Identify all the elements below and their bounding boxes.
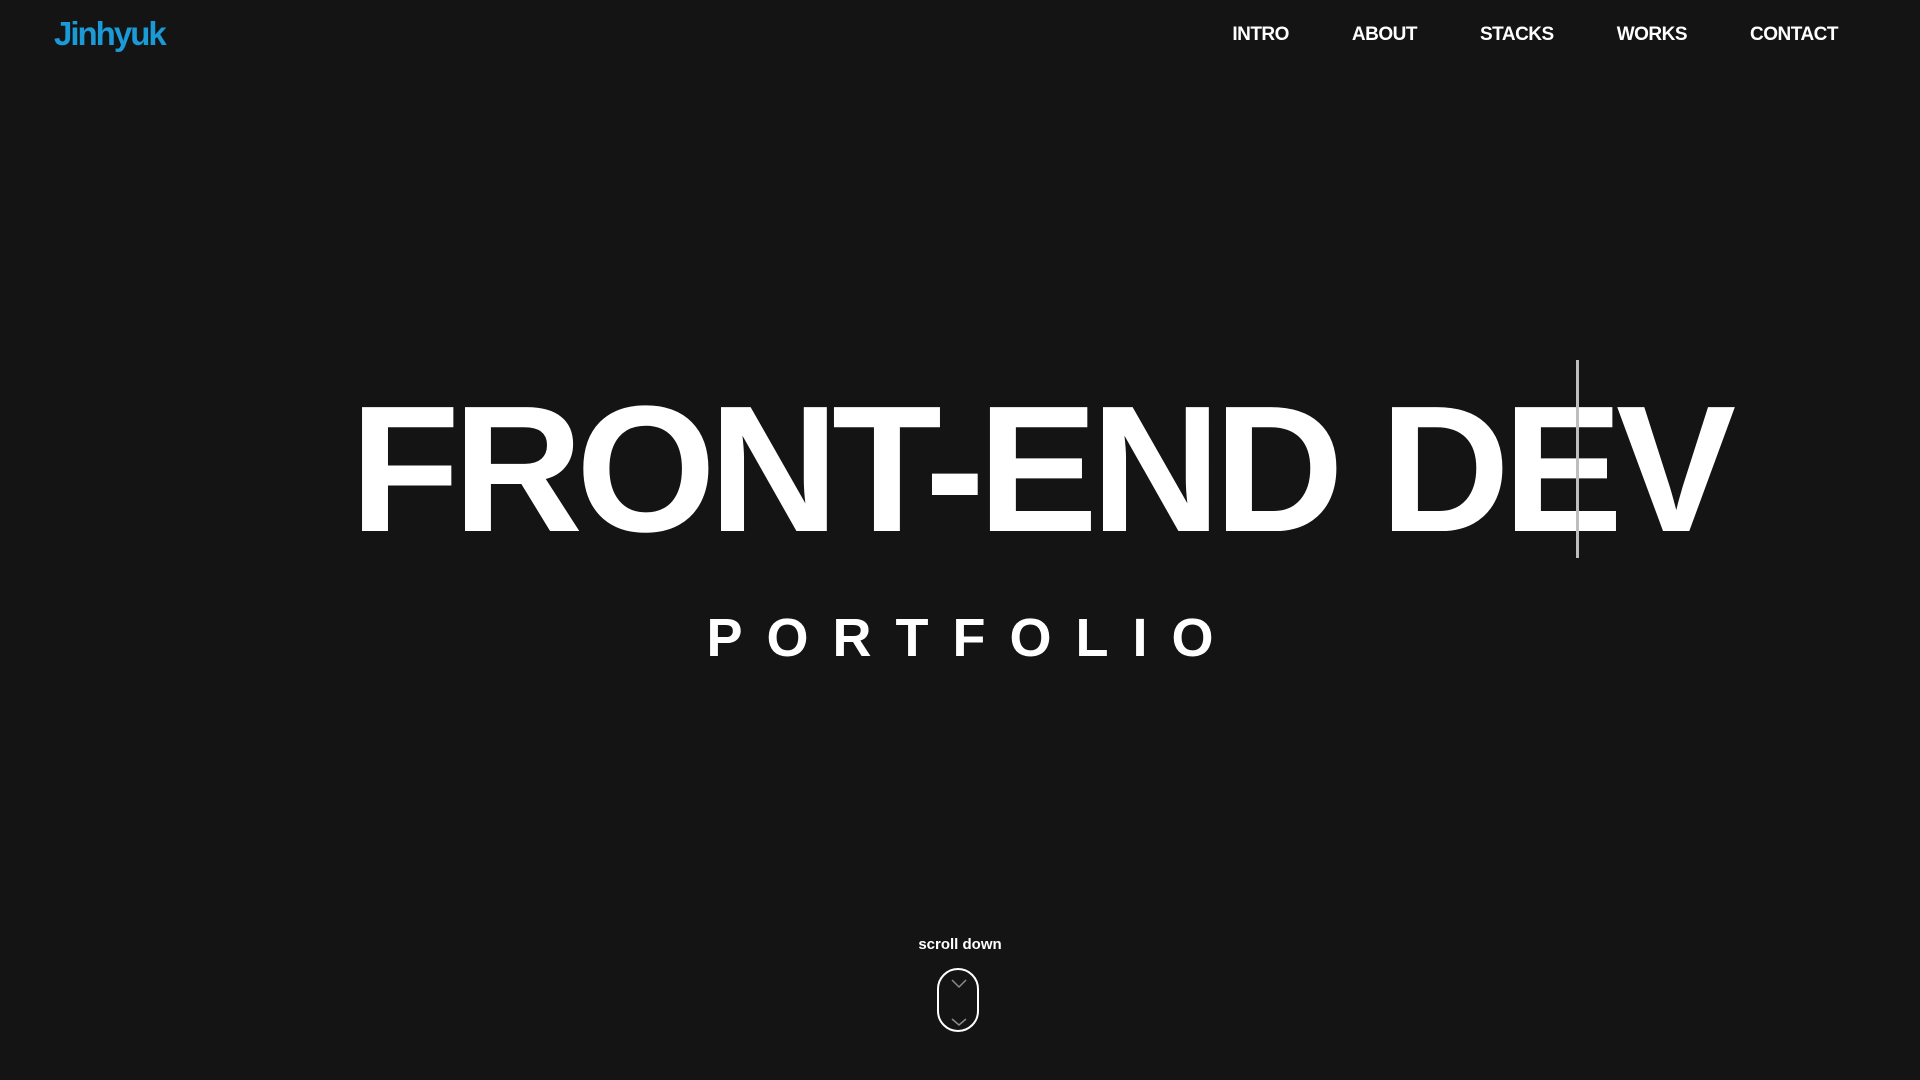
main-nav: INTRO ABOUT STACKS WORKS CONTACT — [1232, 24, 1838, 46]
nav-item-works[interactable]: WORKS — [1617, 24, 1688, 46]
hero-subtitle: PORTFOLIO — [706, 608, 1238, 668]
nav-item-stacks[interactable]: STACKS — [1480, 24, 1554, 46]
mouse-scroll-icon[interactable] — [937, 968, 979, 1032]
nav-item-intro[interactable]: INTRO — [1232, 24, 1289, 46]
nav-item-contact[interactable]: CONTACT — [1750, 24, 1838, 46]
site-header: Jinhyuk INTRO ABOUT STACKS WORKS CONTACT — [0, 0, 1920, 70]
chevron-down-icon — [951, 978, 967, 992]
scroll-label: scroll down — [918, 936, 1002, 953]
site-logo[interactable]: Jinhyuk — [54, 14, 167, 54]
chevron-down-icon — [951, 1018, 967, 1032]
nav-item-about[interactable]: ABOUT — [1352, 24, 1418, 46]
scroll-indicator: scroll down — [0, 936, 1920, 1032]
typing-caret — [1576, 360, 1579, 558]
hero-title: FRONT-END DEV — [350, 369, 1736, 570]
